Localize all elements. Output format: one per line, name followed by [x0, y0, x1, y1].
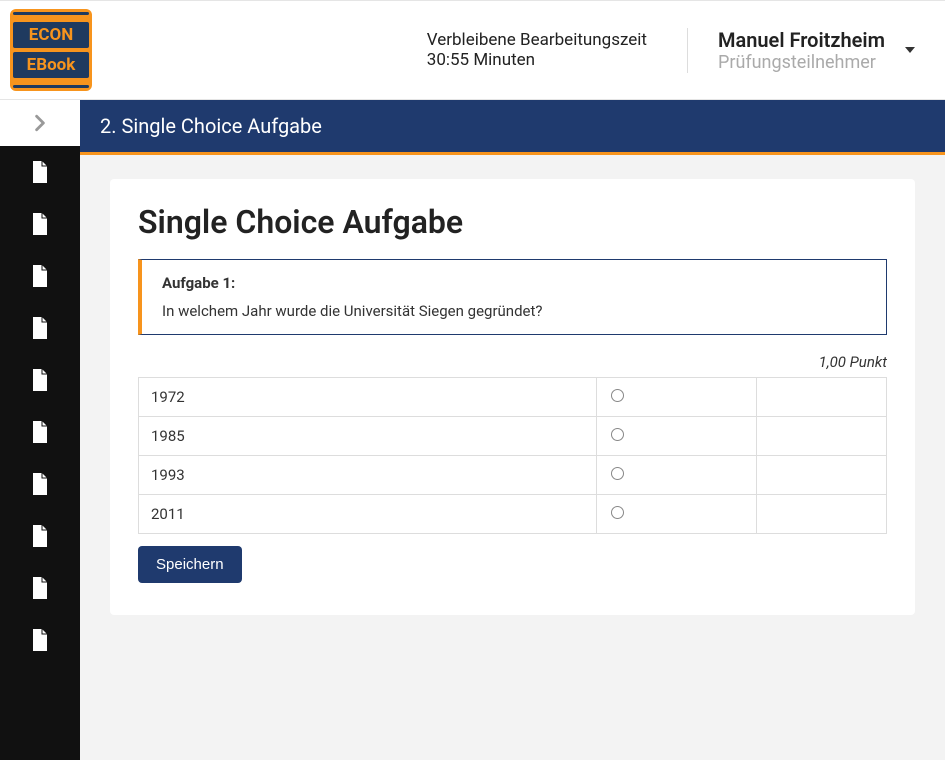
document-icon: [31, 525, 49, 547]
document-icon: [31, 473, 49, 495]
choice-extra: [757, 417, 887, 456]
choice-radio[interactable]: [611, 467, 624, 480]
document-icon: [31, 421, 49, 443]
choice-radio[interactable]: [611, 389, 624, 402]
document-icon: [31, 161, 49, 183]
logo-text-2: EBook: [13, 52, 89, 78]
sidebar-item-5[interactable]: [0, 354, 80, 406]
document-icon: [31, 317, 49, 339]
choice-row: 1993: [139, 456, 887, 495]
choice-label: 2011: [139, 495, 597, 534]
choice-label: 1993: [139, 456, 597, 495]
sidebar-item-10[interactable]: [0, 614, 80, 666]
sidebar-item-7[interactable]: [0, 458, 80, 510]
timer-label: Verbleibene Bearbeitungszeit: [427, 30, 647, 50]
document-icon: [31, 369, 49, 391]
page-header: 2. Single Choice Aufgabe: [80, 100, 945, 155]
sidebar-item-4[interactable]: [0, 302, 80, 354]
choice-radio[interactable]: [611, 506, 624, 519]
document-icon: [31, 629, 49, 651]
choice-row: 1985: [139, 417, 887, 456]
choice-row: 1972: [139, 378, 887, 417]
choices-table: 1972198519932011: [138, 377, 887, 534]
document-icon: [31, 265, 49, 287]
timer-value: 30:55 Minuten: [427, 50, 647, 70]
sidebar-item-8[interactable]: [0, 510, 80, 562]
choice-extra: [757, 456, 887, 495]
question-number: Aufgabe 1:: [162, 274, 866, 292]
user-role: Prüfungsteilnehmer: [718, 52, 885, 73]
user-name: Manuel Froitzheim: [718, 28, 885, 52]
choice-label: 1985: [139, 417, 597, 456]
save-button[interactable]: Speichern: [138, 546, 242, 583]
chevron-down-icon: [905, 47, 915, 53]
choice-radio[interactable]: [611, 428, 624, 441]
choice-label: 1972: [139, 378, 597, 417]
sidebar-item-2[interactable]: [0, 198, 80, 250]
sidebar-item-6[interactable]: [0, 406, 80, 458]
choice-row: 2011: [139, 495, 887, 534]
task-card: Single Choice Aufgabe Aufgabe 1: In welc…: [110, 179, 915, 615]
points-label: 1,00 Punkt: [138, 353, 887, 371]
choice-extra: [757, 378, 887, 417]
document-icon: [31, 577, 49, 599]
choice-extra: [757, 495, 887, 534]
chevron-right-icon: [31, 114, 49, 132]
document-icon: [31, 213, 49, 235]
timer-block: Verbleibene Bearbeitungszeit 30:55 Minut…: [427, 30, 647, 70]
sidebar-item-3[interactable]: [0, 250, 80, 302]
logo-frame-bottom: [13, 85, 89, 88]
task-title: Single Choice Aufgabe: [138, 203, 887, 241]
sidebar-item-9[interactable]: [0, 562, 80, 614]
sidebar-toggle[interactable]: [0, 100, 80, 146]
sidebar: [0, 100, 80, 760]
user-menu[interactable]: Manuel Froitzheim Prüfungsteilnehmer: [687, 28, 915, 73]
app-logo[interactable]: ECON EBook: [10, 9, 92, 91]
logo-text-1: ECON: [13, 22, 89, 48]
question-text: In welchem Jahr wurde die Universität Si…: [162, 302, 866, 320]
question-box: Aufgabe 1: In welchem Jahr wurde die Uni…: [138, 259, 887, 335]
sidebar-item-1[interactable]: [0, 146, 80, 198]
